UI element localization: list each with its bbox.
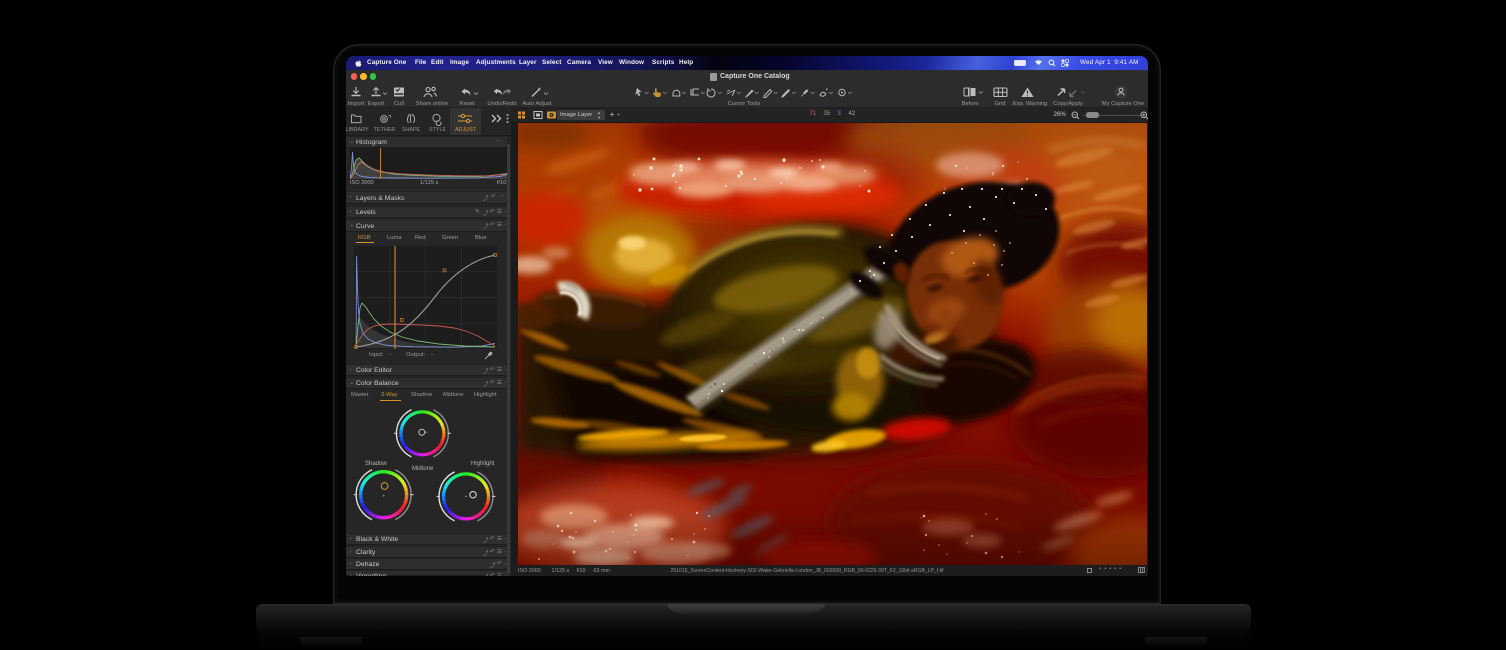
svg-text:Shadow: Shadow (365, 461, 387, 467)
svg-text:Midtone: Midtone (412, 466, 434, 472)
svg-text:Highlight: Highlight (471, 461, 495, 467)
